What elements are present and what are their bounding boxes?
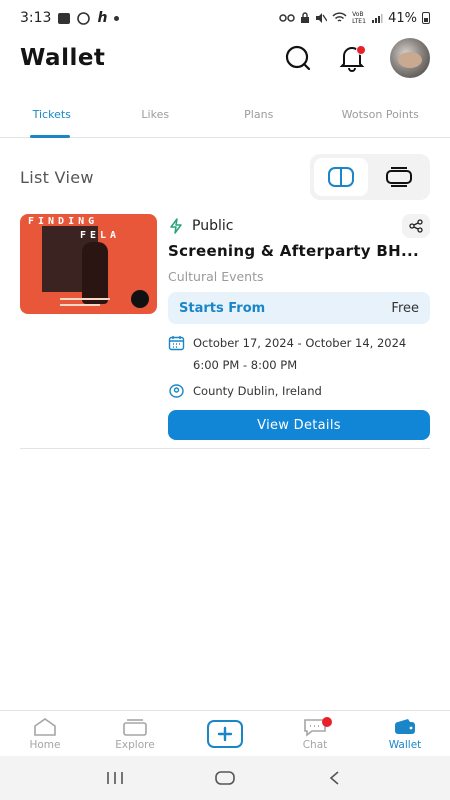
search-icon — [285, 45, 311, 71]
nav-chat-label: Chat — [302, 738, 328, 751]
status-time: 3:13 — [20, 10, 52, 26]
event-poster-image: FINDING FELA — [20, 214, 157, 314]
notification-dot — [356, 45, 366, 55]
network-label: VoB LTE1 — [352, 11, 366, 25]
search-button[interactable] — [282, 42, 314, 74]
nav-explore-label: Explore — [115, 738, 155, 751]
tab-tickets[interactable]: Tickets — [0, 92, 104, 138]
card-layout-icon — [386, 167, 412, 187]
wifi-icon — [332, 12, 347, 22]
list-view-label: List View — [20, 167, 94, 187]
wallet-icon — [395, 718, 415, 734]
app-header: Wallet — [20, 38, 430, 78]
back-icon[interactable] — [324, 770, 346, 786]
chat-notification-dot — [322, 717, 332, 727]
nav-chat[interactable]: Chat — [270, 711, 360, 756]
poster-title-2: FELA — [80, 230, 121, 241]
avatar[interactable] — [390, 38, 430, 78]
visibility-label: Public — [192, 218, 234, 234]
plus-icon — [217, 726, 233, 741]
bottom-navigation: Home Explore Chat Wallet — [0, 710, 450, 756]
list-view-row: List View — [20, 153, 430, 201]
nav-wallet-label: Wallet — [388, 738, 422, 751]
list-layout-icon — [328, 167, 354, 187]
lock-icon — [301, 12, 310, 23]
price-label: Starts From — [179, 300, 266, 316]
ticket-card[interactable]: FINDING FELA Public Screening & Afterpar… — [20, 214, 430, 449]
event-dates: October 17, 2024 - October 14, 2024 — [193, 336, 407, 350]
event-category: Cultural Events — [168, 269, 264, 284]
whatsapp-icon — [77, 11, 91, 25]
home-button-icon[interactable] — [214, 770, 236, 786]
view-details-button[interactable]: View Details — [168, 410, 430, 440]
tab-likes[interactable]: Likes — [104, 92, 208, 137]
event-title: Screening & Afterparty BH... — [168, 242, 419, 260]
signal-icon — [372, 14, 383, 23]
event-location: County Dublin, Ireland — [193, 384, 322, 398]
nav-explore[interactable]: Explore — [90, 711, 180, 756]
page-title: Wallet — [20, 45, 106, 71]
status-dot-icon — [114, 15, 120, 21]
nav-wallet[interactable]: Wallet — [360, 711, 450, 756]
link-icon — [279, 14, 295, 22]
wallet-tabs: Tickets Likes Plans Wotson Points — [0, 92, 450, 138]
create-button — [207, 719, 243, 748]
event-time: 6:00 PM - 8:00 PM — [193, 358, 298, 372]
list-view-button[interactable] — [314, 158, 368, 196]
gallery-icon — [58, 12, 71, 24]
tab-wotson-points[interactable]: Wotson Points — [311, 92, 450, 137]
status-letter: h — [97, 10, 108, 26]
explore-icon — [123, 718, 147, 736]
notifications-button[interactable] — [336, 42, 368, 74]
location-pin-icon — [169, 384, 184, 398]
nav-home-label: Home — [29, 738, 61, 751]
system-navigation-bar — [0, 756, 450, 800]
card-view-button[interactable] — [372, 158, 426, 196]
nav-create[interactable] — [180, 711, 270, 756]
poster-seal — [131, 290, 149, 308]
battery-percent: 41% — [388, 10, 417, 26]
calendar-icon — [168, 336, 185, 351]
price-value: Free — [391, 300, 419, 316]
lightning-icon — [170, 218, 182, 234]
poster-title-1: FINDING — [28, 216, 99, 227]
home-icon — [34, 717, 56, 736]
tab-plans[interactable]: Plans — [207, 92, 311, 137]
view-mode-toggle — [310, 154, 430, 200]
price-box: Starts From Free — [168, 292, 430, 324]
status-bar: 3:13 h VoB LTE1 41% — [0, 0, 450, 36]
ticket-info: Public Screening & Afterparty BH... Cult… — [168, 214, 430, 440]
mute-icon — [316, 13, 328, 23]
share-button[interactable] — [402, 214, 430, 238]
share-icon — [409, 219, 423, 233]
battery-icon — [422, 12, 430, 24]
recent-apps-icon[interactable] — [104, 770, 126, 786]
nav-home[interactable]: Home — [0, 711, 90, 756]
